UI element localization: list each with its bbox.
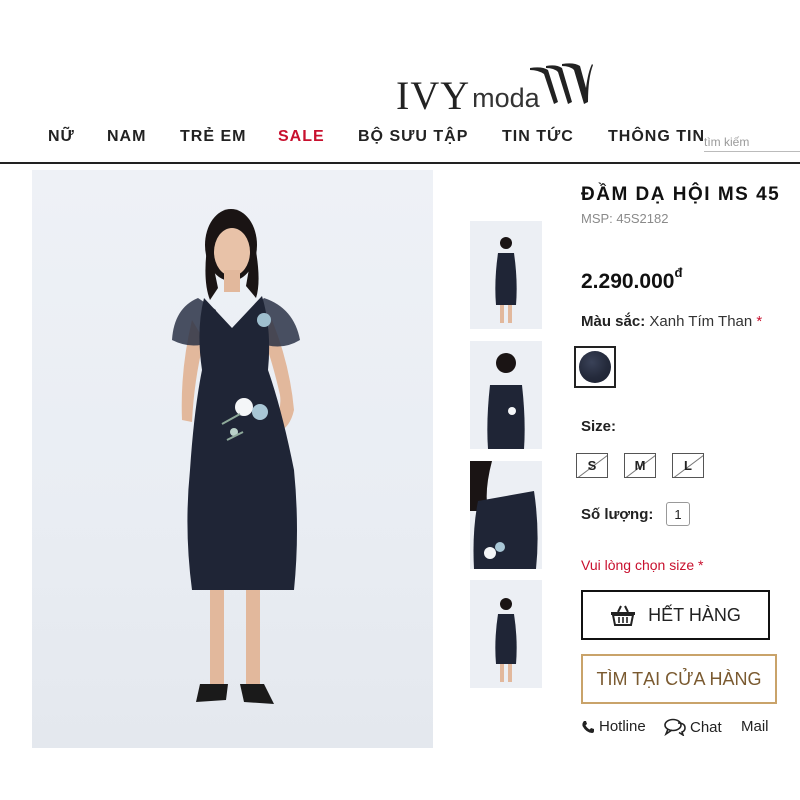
search-input[interactable] [704, 132, 800, 152]
required-mark: * [756, 313, 763, 330]
nav-item-bo-suu-tap[interactable]: BỘ SƯU TẬP [358, 128, 468, 146]
size-option-label: L [684, 458, 692, 473]
logo-mark-icon [530, 63, 593, 104]
sold-out-button[interactable]: HẾT HÀNG [581, 590, 770, 640]
thumb-figure [470, 461, 538, 569]
main-nav: NỮ NAM TRẺ EM SALE BỘ SƯU TẬP TIN TỨC TH… [0, 124, 800, 154]
size-option-l[interactable]: L [672, 453, 704, 478]
model-figure [172, 209, 300, 704]
color-swatch-button[interactable] [574, 346, 616, 388]
size-option-label: M [634, 458, 646, 473]
product-main-image[interactable] [32, 170, 433, 748]
required-mark: * [698, 557, 704, 573]
mail-link[interactable]: Mail [741, 718, 769, 735]
chat-link[interactable]: Chat [664, 718, 722, 736]
nav-item-nu[interactable]: NỮ [48, 128, 75, 146]
basket-icon [611, 605, 636, 626]
color-swatch [579, 351, 611, 383]
size-option-label: S [587, 458, 597, 473]
nav-item-thong-tin[interactable]: THÔNG TIN [608, 128, 705, 146]
sold-out-label: HẾT HÀNG [648, 604, 741, 625]
nav-item-sale[interactable]: SALE [278, 128, 325, 146]
chat-icon [664, 718, 686, 736]
nav-divider [0, 162, 800, 164]
price-value: 2.290.000 [581, 270, 675, 293]
hotline-label: Hotline [599, 718, 646, 735]
nav-item-tin-tuc[interactable]: TIN TỨC [502, 128, 574, 146]
ivy-moda-logo[interactable]: IVY moda [396, 62, 593, 118]
thumb-figure [487, 353, 525, 449]
thumb-figure [495, 237, 517, 323]
thumb-figure [495, 598, 517, 682]
size-label: Size: [581, 418, 617, 435]
product-thumbnail[interactable] [470, 341, 542, 449]
size-option-s[interactable]: S [576, 453, 608, 478]
nav-item-tre-em[interactable]: TRẺ EM [180, 128, 246, 146]
currency-symbol: đ [674, 265, 683, 280]
color-label: Màu sắc: [581, 313, 646, 330]
mail-label: Mail [741, 718, 769, 735]
product-price: 2.290.000đ [581, 265, 683, 294]
product-thumbnail[interactable] [470, 461, 542, 569]
product-thumbnail[interactable] [470, 580, 542, 688]
product-title: ĐẦM DẠ HỘI MS 45 [581, 184, 781, 205]
color-value: Xanh Tím Than [649, 313, 753, 330]
hotline-link[interactable]: Hotline [581, 718, 646, 735]
quantity-input[interactable] [666, 502, 690, 526]
quantity-label: Số lượng: [581, 506, 654, 523]
color-row: Màu sắc: Xanh Tím Than * [581, 313, 762, 330]
size-warning-text: Vui lòng chọn size [581, 557, 695, 573]
nav-item-nam[interactable]: NAM [107, 128, 146, 146]
size-warning: Vui lòng chọn size * [581, 557, 703, 573]
product-sku: MSP: 45S2182 [581, 211, 669, 226]
product-thumbnail[interactable] [470, 221, 542, 329]
chat-label: Chat [690, 718, 722, 736]
size-option-m[interactable]: M [624, 453, 656, 478]
logo-text-ivy: IVY [396, 73, 471, 118]
phone-icon [582, 720, 594, 733]
find-in-store-button[interactable]: TÌM TẠI CỬA HÀNG [581, 654, 777, 704]
